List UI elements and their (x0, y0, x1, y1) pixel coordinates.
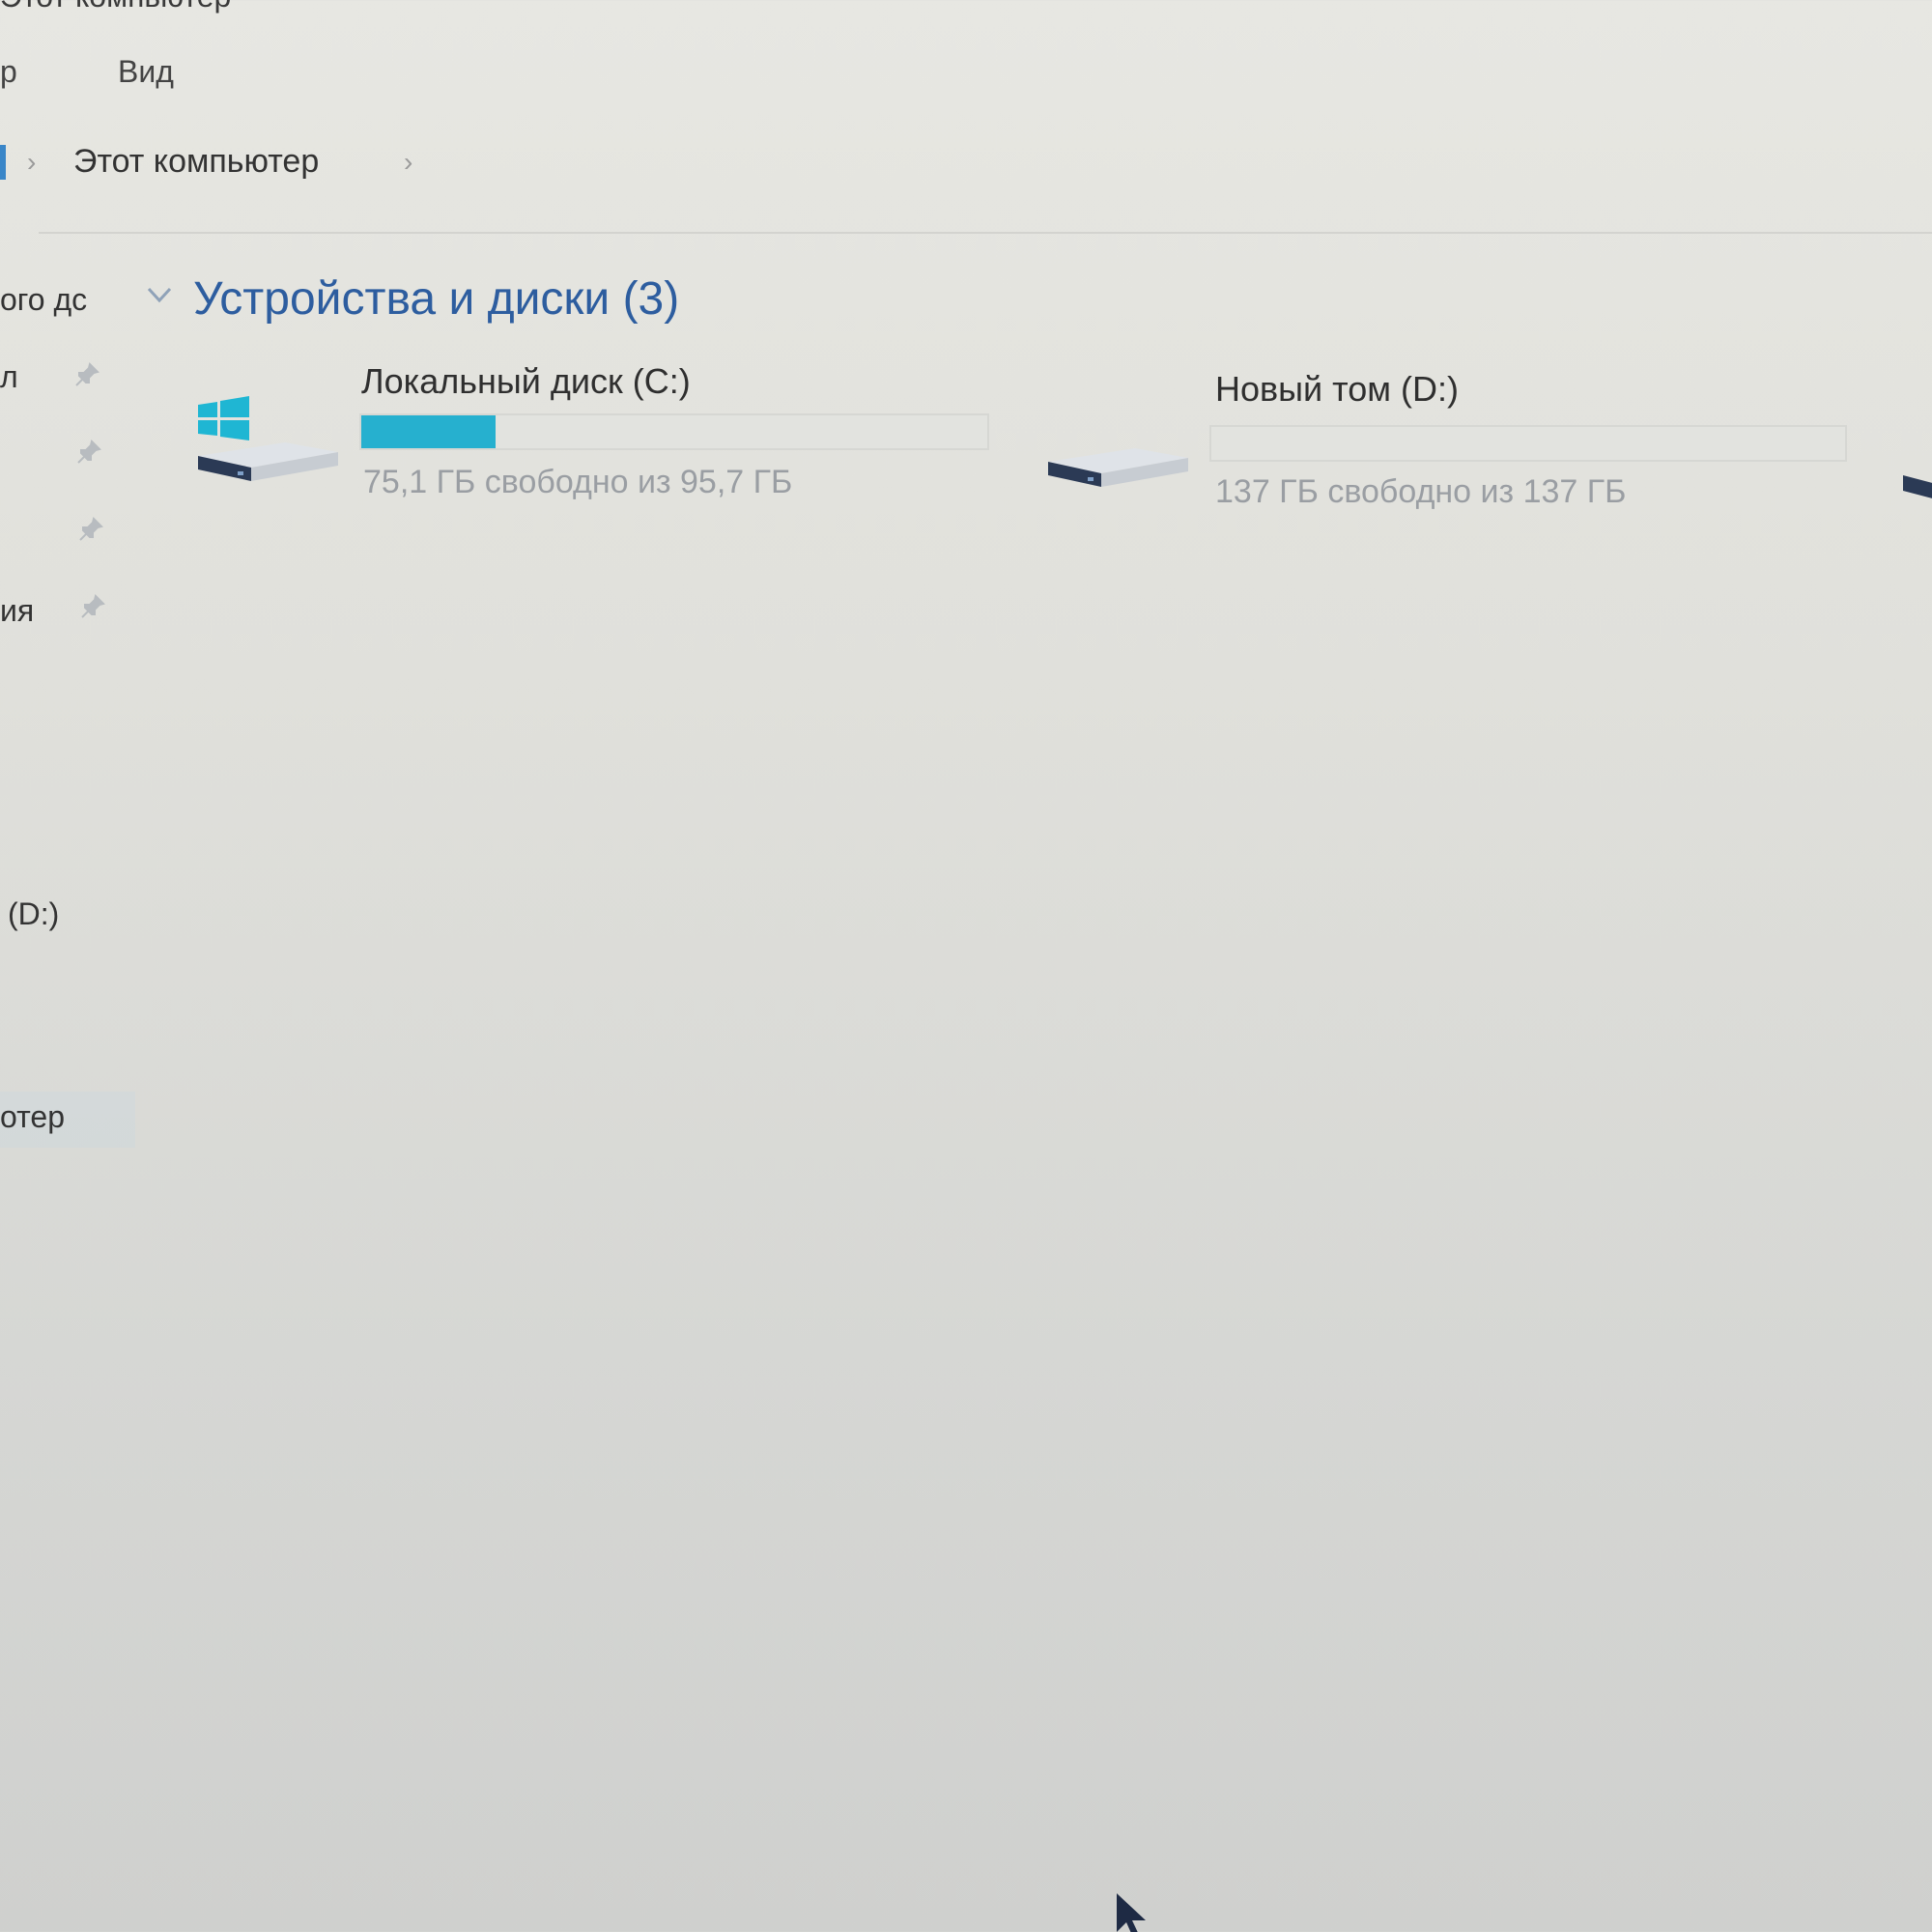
drive-free-space-c: 75,1 ГБ свободно из 95,7 ГБ (363, 464, 793, 500)
hard-drive-icon[interactable] (1043, 444, 1198, 512)
nav-item-pinned-1[interactable]: л (0, 359, 18, 395)
breadcrumb-this-pc[interactable]: Этот компьютер (73, 143, 319, 181)
toolbar-divider (39, 232, 1932, 234)
hard-drive-icon[interactable] (1901, 471, 1932, 510)
drive-name-c[interactable]: Локальный диск (C:) (361, 361, 691, 402)
windows-drive-icon[interactable] (193, 390, 348, 506)
pin-icon[interactable] (77, 516, 104, 543)
ribbon-tab-partial[interactable]: р (0, 54, 17, 90)
nav-item-drive-d[interactable]: (D:) (8, 896, 59, 932)
section-title-devices[interactable]: Устройства и диски (3) (193, 272, 679, 326)
address-bar-icon-edge[interactable] (0, 145, 6, 180)
breadcrumb-separator-icon[interactable]: › (27, 147, 36, 178)
pin-icon[interactable] (79, 593, 106, 620)
ribbon-tab-view[interactable]: Вид (118, 54, 174, 90)
drive-name-d[interactable]: Новый том (D:) (1215, 369, 1459, 410)
drive-free-space-d: 137 ГБ свободно из 137 ГБ (1215, 473, 1627, 510)
drive-usage-fill-c (361, 415, 497, 448)
mouse-cursor-icon (1117, 1893, 1165, 1932)
nav-item-quick-access[interactable]: ого дс (0, 282, 87, 318)
nav-item-pinned-4[interactable]: ия (0, 593, 34, 629)
drive-usage-bar-c (359, 413, 989, 450)
pin-icon[interactable] (73, 361, 100, 388)
breadcrumb-separator-icon[interactable]: › (404, 147, 412, 178)
drive-usage-bar-d (1209, 425, 1847, 462)
chevron-down-icon[interactable] (145, 280, 174, 309)
pin-icon[interactable] (75, 439, 102, 466)
window-title: Этот компьютер (0, 0, 231, 14)
nav-item-this-pc[interactable]: отер (0, 1099, 65, 1135)
